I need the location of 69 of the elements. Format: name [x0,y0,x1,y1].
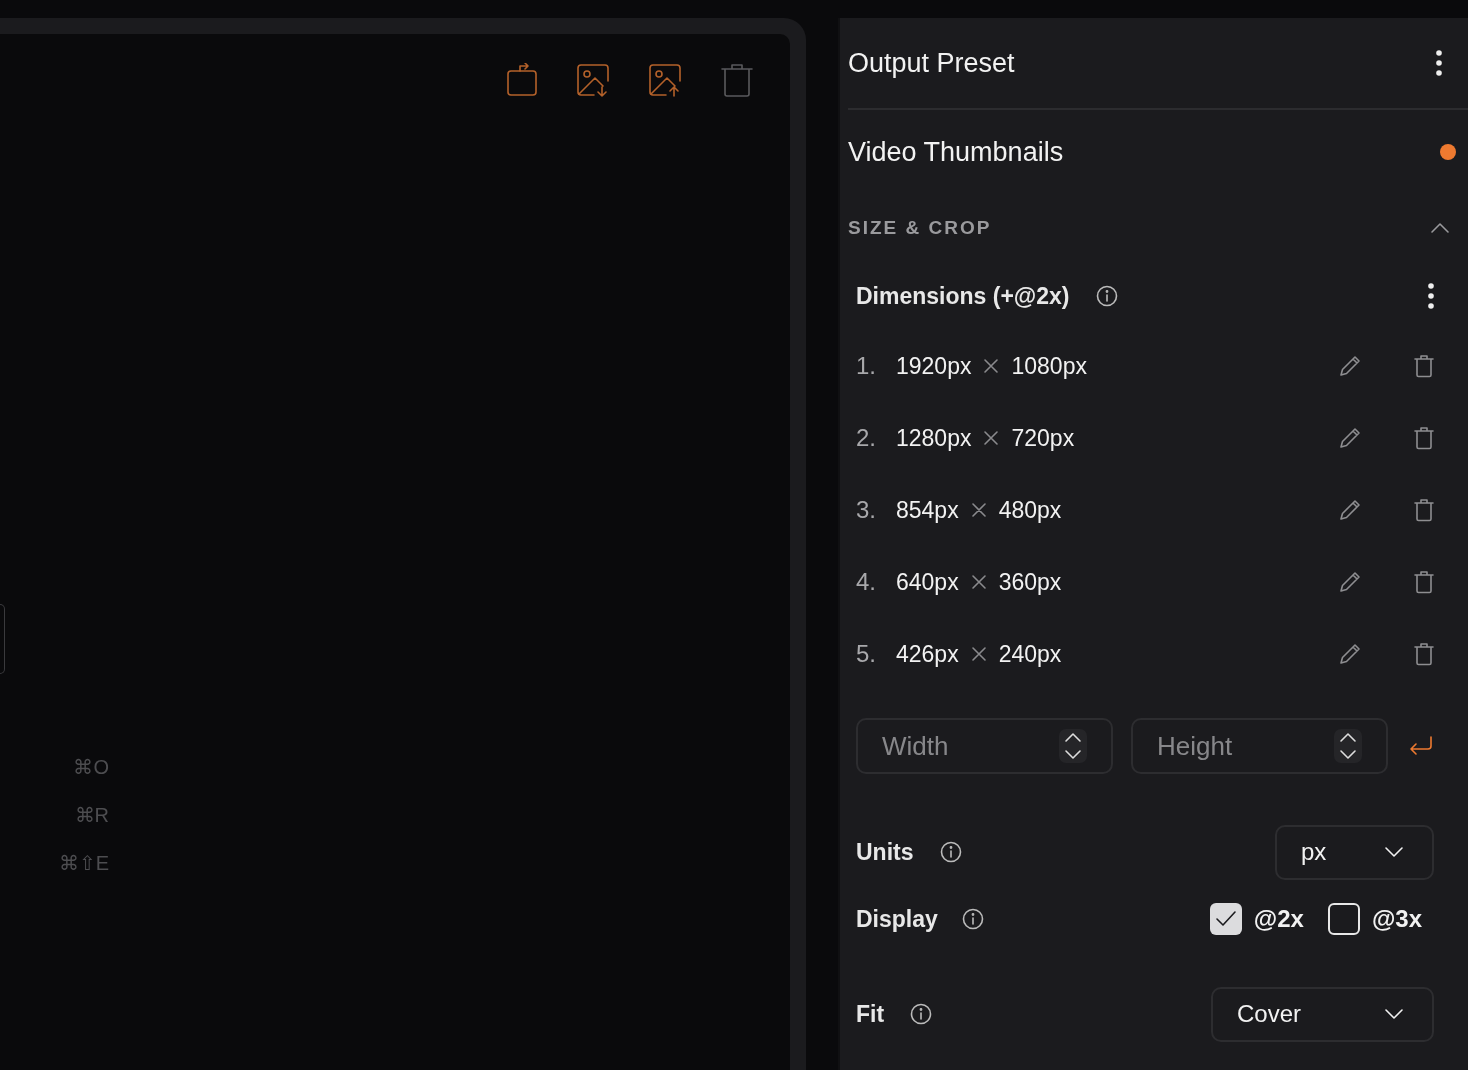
width-value: 1920px [896,352,972,380]
chevron-up-icon[interactable] [1430,222,1450,234]
width-value: 854px [896,496,959,524]
trash-icon[interactable] [1414,498,1434,522]
checkbox-label: @3x [1371,905,1422,933]
more-options-icon[interactable] [1436,50,1442,76]
height-value: 240px [998,640,1062,668]
times-icon [970,574,987,590]
section-title: SIZE & CROP [848,217,992,239]
field-label: Dimensions (+@2x) [856,282,1070,310]
checkbox-label: @2x [1253,905,1304,933]
stepper-icon[interactable] [1064,731,1082,761]
image-download-icon[interactable] [576,63,610,97]
info-icon[interactable] [910,1003,933,1025]
trash-icon[interactable] [1414,642,1434,666]
units-dropdown[interactable]: px [1275,824,1434,880]
shortcut-label: ⌘O [72,755,109,780]
checkbox[interactable] [1209,903,1242,935]
pencil-icon[interactable] [1338,498,1362,522]
field-label: Units [856,838,914,866]
height-value: 720px [1011,424,1075,452]
trash-icon[interactable] [1414,570,1434,594]
width-value: 640px [896,568,959,596]
height-value: 480px [998,496,1062,524]
preset-name: Video Thumbnails [848,136,1064,168]
list-number: 1. [856,352,877,380]
rotate-icon[interactable] [506,63,538,97]
times-icon [970,502,987,518]
trash-icon[interactable] [1414,426,1434,450]
height-value: 360px [998,568,1062,596]
times-icon [970,646,987,662]
width-value: 1280px [896,424,972,452]
image-upload-icon[interactable] [648,63,682,97]
pencil-icon[interactable] [1338,642,1362,666]
panel-title: Output Preset [848,47,1015,79]
list-number: 5. [856,640,877,668]
field-label: Display [856,905,938,933]
info-icon[interactable] [961,908,984,930]
width-input[interactable]: Width [882,730,1032,762]
height-field[interactable]: Height [1131,718,1388,774]
chevron-down-icon [1384,846,1404,858]
list-number: 4. [856,568,877,596]
pencil-icon[interactable] [1338,354,1362,378]
width-field[interactable]: Width [856,718,1113,774]
info-icon[interactable] [939,841,962,863]
section-header[interactable]: SIZE & CROP [848,194,1468,262]
list-number: 2. [856,424,877,452]
pencil-icon[interactable] [1338,426,1362,450]
more-options-icon[interactable] [1428,283,1434,309]
dropdown-value: Cover [1237,1000,1302,1028]
return-icon[interactable] [1408,735,1434,757]
checkbox[interactable] [1327,903,1360,935]
chevron-down-icon [1384,1008,1404,1020]
dropdown-value: px [1301,838,1327,866]
trash-icon[interactable] [1414,354,1434,378]
times-icon [983,430,1000,446]
pencil-icon[interactable] [1338,570,1362,594]
checkmark-icon [1214,910,1237,928]
height-input[interactable]: Height [1157,730,1307,762]
list-number: 3. [856,496,877,524]
stepper-icon[interactable] [1339,731,1357,761]
fit-dropdown[interactable]: Cover [1211,986,1434,1042]
width-value: 426px [896,640,959,668]
height-value: 1080px [1011,352,1087,380]
times-icon [983,358,1000,374]
shortcut-label: ⌘R [73,803,109,828]
info-icon[interactable] [1095,285,1118,307]
field-label: Fit [856,1000,885,1028]
shortcut-label: ⌘⇧E [57,851,109,876]
